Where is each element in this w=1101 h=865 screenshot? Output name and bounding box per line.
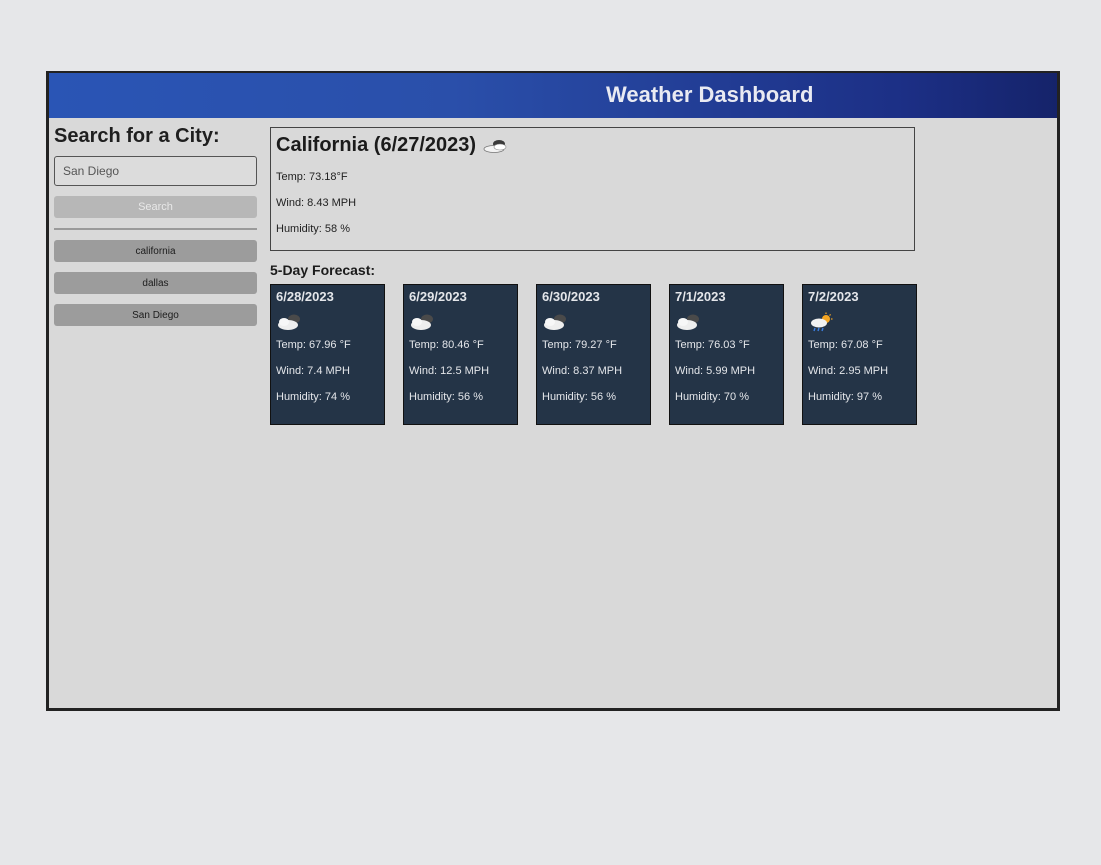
current-weather-title: California (6/27/2023) [276,134,909,157]
forecast-card: 6/28/2023 Temp: 67.96 °F Wind: 7.4 MPH H… [270,284,385,425]
cloudy-icon [278,314,300,330]
forecast-temp: Temp: 76.03 °F [675,339,750,351]
forecast-date: 6/28/2023 [276,289,334,304]
city-search-input[interactable] [54,156,257,186]
forecast-heading: 5-Day Forecast: [270,262,376,278]
forecast-card: 7/2/2023 Temp: 67.08 °F Wind: 2.95 MPH H… [802,284,917,425]
forecast-cards: 6/28/2023 Temp: 67.96 °F Wind: 7.4 MPH H… [270,284,917,425]
forecast-date: 6/29/2023 [409,289,467,304]
forecast-card: 6/30/2023 Temp: 79.27 °F Wind: 8.37 MPH … [536,284,651,425]
forecast-temp: Temp: 79.27 °F [542,339,617,351]
history-button-san-diego[interactable]: San Diego [54,304,257,326]
cloud-moon-icon [483,139,507,153]
app-window: Weather Dashboard Search for a City: Sea… [46,71,1060,711]
forecast-wind: Wind: 7.4 MPH [276,365,350,377]
search-sidebar: Search for a City: Search california dal… [54,125,259,336]
forecast-card: 6/29/2023 Temp: 80.46 °F Wind: 12.5 MPH … [403,284,518,425]
history-button-dallas[interactable]: dallas [54,272,257,294]
cloudy-icon [677,314,699,330]
current-weather-panel: California (6/27/2023) Temp: 73.18°F Win… [270,127,915,251]
forecast-date: 6/30/2023 [542,289,600,304]
forecast-wind: Wind: 12.5 MPH [409,365,490,377]
forecast-wind: Wind: 2.95 MPH [808,365,889,377]
forecast-humidity: Humidity: 70 % [675,391,749,403]
forecast-humidity: Humidity: 74 % [276,391,350,403]
search-history-list: california dallas San Diego [54,240,259,326]
cloudy-icon [544,314,566,330]
forecast-date: 7/2/2023 [808,289,859,304]
header-bar: Weather Dashboard [49,73,1057,118]
rain-sun-icon [811,312,833,332]
current-humidity: Humidity: 58 % [276,223,350,235]
forecast-temp: Temp: 67.96 °F [276,339,351,351]
forecast-temp: Temp: 80.46 °F [409,339,484,351]
search-heading: Search for a City: [54,125,220,147]
page-title: Weather Dashboard [606,82,814,107]
current-city-date: California (6/27/2023) [276,134,477,156]
current-temp: Temp: 73.18°F [276,171,348,183]
search-button[interactable]: Search [54,196,257,218]
forecast-wind: Wind: 5.99 MPH [675,365,756,377]
forecast-date: 7/1/2023 [675,289,726,304]
sidebar-divider [54,228,257,230]
forecast-temp: Temp: 67.08 °F [808,339,883,351]
forecast-card: 7/1/2023 Temp: 76.03 °F Wind: 5.99 MPH H… [669,284,784,425]
forecast-humidity: Humidity: 56 % [409,391,483,403]
cloudy-icon [411,314,433,330]
forecast-humidity: Humidity: 56 % [542,391,616,403]
history-button-california[interactable]: california [54,240,257,262]
forecast-humidity: Humidity: 97 % [808,391,882,403]
forecast-wind: Wind: 8.37 MPH [542,365,623,377]
current-wind: Wind: 8.43 MPH [276,197,357,209]
